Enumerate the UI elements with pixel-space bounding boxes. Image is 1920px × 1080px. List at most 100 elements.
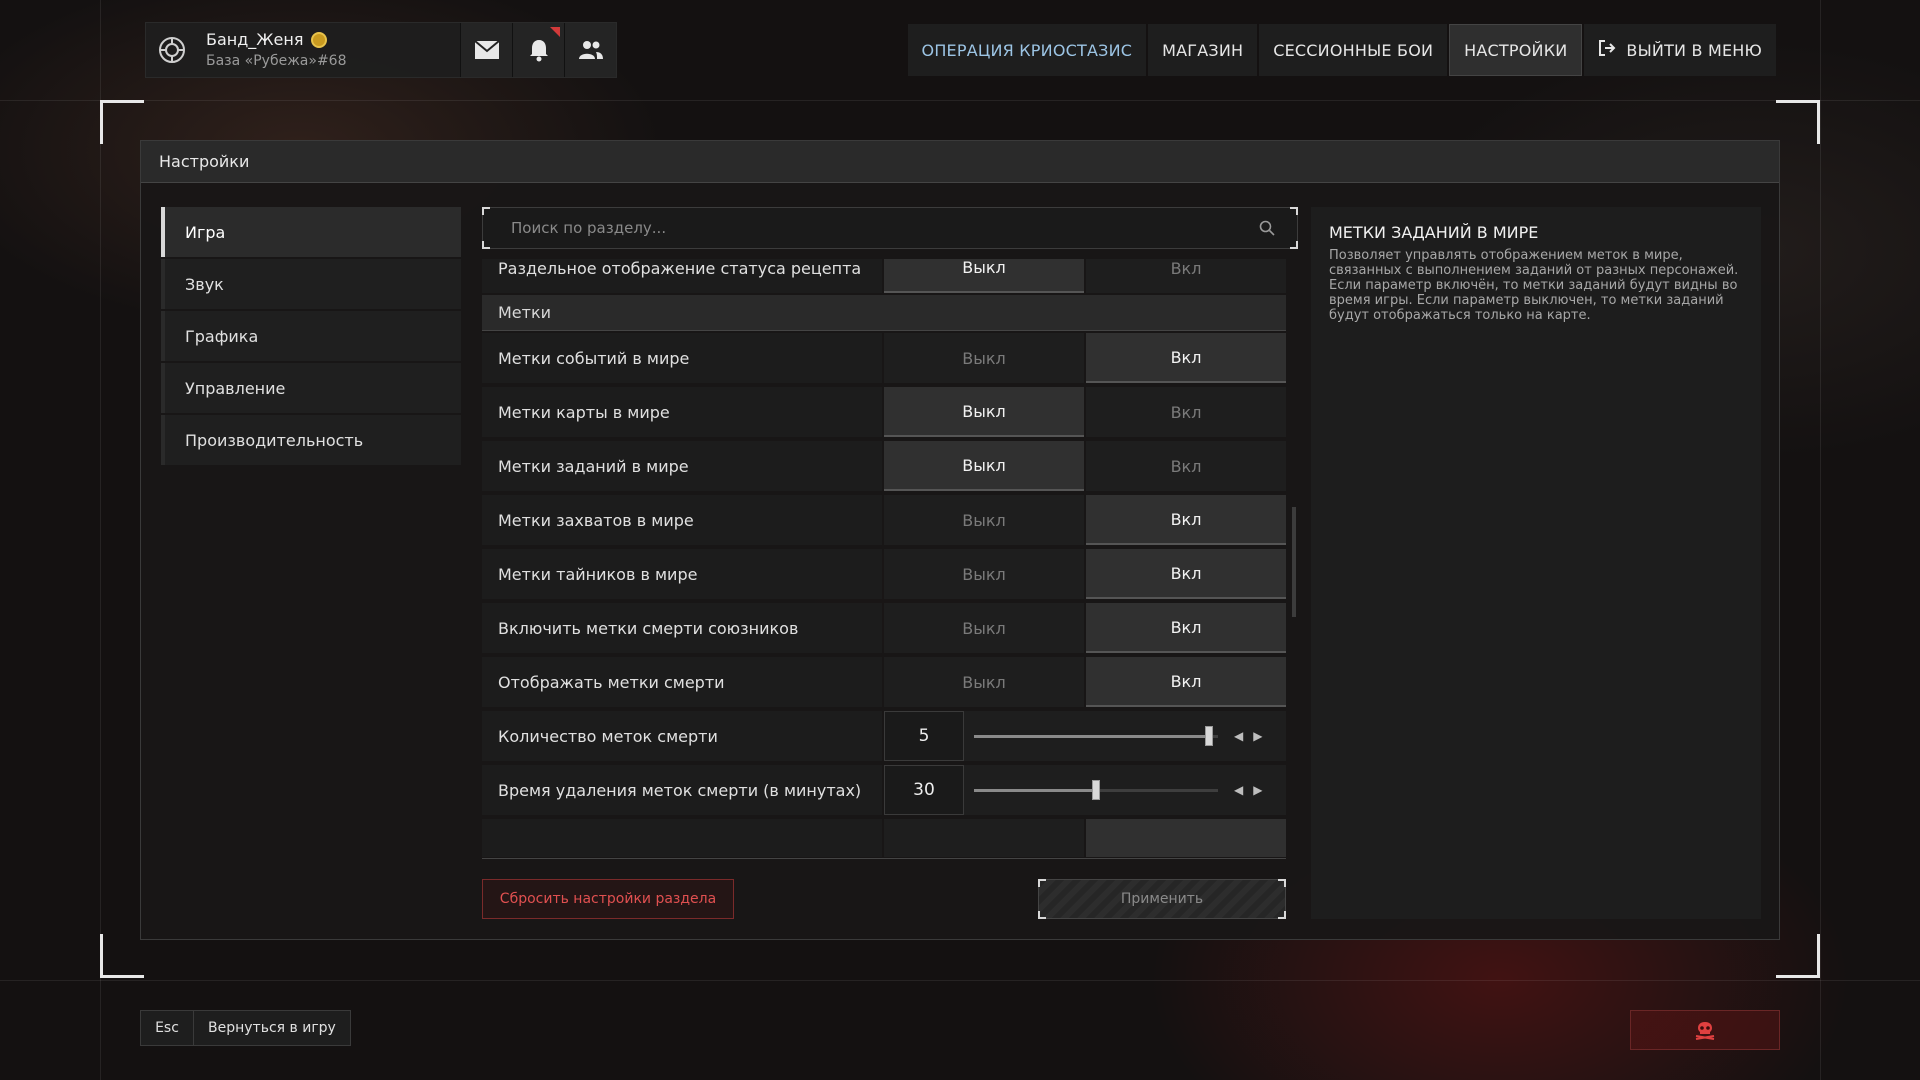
- slider-thumb[interactable]: [1092, 779, 1100, 800]
- exit-icon: [1598, 39, 1616, 61]
- setting-label: Метки заданий в мире: [482, 441, 882, 491]
- toggle-off-option[interactable]: Выкл: [884, 387, 1084, 437]
- toggle-off-option[interactable]: Выкл: [884, 549, 1084, 599]
- section-title: Метки: [482, 295, 1286, 331]
- setting-row-partial: [482, 819, 1286, 857]
- settings-list: Раздельное отображение статуса рецепта В…: [482, 259, 1286, 857]
- frame-corner: [1776, 934, 1820, 978]
- section-header: Метки: [482, 295, 1286, 331]
- sidebar-item-graphics[interactable]: Графика: [161, 311, 461, 361]
- tab-operation[interactable]: ОПЕРАЦИЯ КРИОСТАЗИС: [907, 24, 1147, 76]
- sidebar-item-game[interactable]: Игра: [161, 207, 461, 257]
- decrease-arrow-icon[interactable]: ◀: [1234, 729, 1243, 743]
- toggle-on-option[interactable]: Вкл: [1086, 603, 1286, 653]
- toggle-off-option[interactable]: Выкл: [884, 603, 1084, 653]
- setting-row: Метки событий в мире Выкл Вкл: [482, 333, 1286, 383]
- value-input[interactable]: 30: [884, 765, 964, 815]
- frame-tick: [482, 207, 490, 215]
- slider-fill: [974, 734, 1209, 738]
- slider-track[interactable]: [974, 725, 1218, 746]
- back-to-game-button[interactable]: Esc Вернуться в игру: [140, 1010, 351, 1046]
- increase-arrow-icon[interactable]: ▶: [1253, 783, 1262, 797]
- divider: [482, 858, 1286, 859]
- sidebar-item-performance[interactable]: Производительность: [161, 415, 461, 465]
- background-line: [0, 980, 1920, 981]
- base-label: База «Рубежа»#68: [206, 53, 347, 69]
- frame-corner: [1776, 100, 1820, 144]
- mail-button[interactable]: [460, 23, 512, 77]
- setting-label: Метки карты в мире: [482, 387, 882, 437]
- toggle-on-option[interactable]: Вкл: [1086, 549, 1286, 599]
- toggle-off-option[interactable]: Выкл: [884, 259, 1084, 293]
- frame-tick: [1038, 879, 1046, 887]
- search-input[interactable]: [511, 219, 1259, 237]
- setting-label: Метки тайников в мире: [482, 549, 882, 599]
- notifications-button[interactable]: [512, 23, 564, 77]
- tab-session-battles[interactable]: СЕССИОННЫЕ БОИ: [1259, 24, 1448, 76]
- toggle-on-option[interactable]: Вкл: [1086, 441, 1286, 491]
- setting-row: Количество меток смерти 5 ◀ ▶: [482, 711, 1286, 761]
- esc-key-hint: Esc: [140, 1010, 194, 1046]
- value-input[interactable]: 5: [884, 711, 964, 761]
- section-search: [482, 207, 1298, 249]
- toggle-off-option[interactable]: Выкл: [884, 333, 1084, 383]
- toggle-off-option[interactable]: Выкл: [884, 495, 1084, 545]
- toggle-on-option[interactable]: Вкл: [1086, 657, 1286, 707]
- toggle-on-option[interactable]: [1086, 819, 1286, 857]
- setting-label: Метки захватов в мире: [482, 495, 882, 545]
- quit-game-button[interactable]: [1630, 1010, 1780, 1050]
- background-line: [1820, 0, 1821, 1080]
- frame-tick: [1278, 879, 1286, 887]
- bell-icon: [529, 40, 548, 62]
- reset-section-button[interactable]: Сбросить настройки раздела: [482, 879, 734, 919]
- setting-label: Время удаления меток смерти (в минутах): [482, 765, 882, 815]
- toggle-off-option[interactable]: Выкл: [884, 657, 1084, 707]
- faction-logo-icon: [146, 23, 198, 77]
- frame-tick: [1278, 911, 1286, 919]
- sidebar-item-sound[interactable]: Звук: [161, 259, 461, 309]
- settings-sidebar: Игра Звук Графика Управление Производите…: [161, 207, 461, 467]
- slider-thumb[interactable]: [1205, 725, 1213, 746]
- setting-label: Раздельное отображение статуса рецепта: [482, 259, 882, 293]
- slider-track[interactable]: [974, 779, 1218, 800]
- setting-row: Метки захватов в мире Выкл Вкл: [482, 495, 1286, 545]
- apply-button[interactable]: Применить: [1038, 879, 1286, 919]
- frame-tick: [1290, 207, 1298, 215]
- skull-icon: [1695, 1022, 1715, 1040]
- setting-row: Метки заданий в мире Выкл Вкл: [482, 441, 1286, 491]
- setting-row: Метки карты в мире Выкл Вкл: [482, 387, 1286, 437]
- exit-to-menu-button[interactable]: ВЫЙТИ В МЕНЮ: [1584, 24, 1776, 76]
- back-to-game-label: Вернуться в игру: [194, 1010, 351, 1046]
- toggle-off-option[interactable]: [884, 819, 1084, 857]
- profile-card[interactable]: Банд_Женя База «Рубежа»#68: [145, 22, 617, 78]
- toggle-on-option[interactable]: Вкл: [1086, 259, 1286, 293]
- mail-icon: [473, 40, 500, 59]
- toggle-on-option[interactable]: Вкл: [1086, 495, 1286, 545]
- decrease-arrow-icon[interactable]: ◀: [1234, 783, 1243, 797]
- tab-settings[interactable]: НАСТРОЙКИ: [1449, 24, 1583, 76]
- increase-arrow-icon[interactable]: ▶: [1253, 729, 1262, 743]
- background-line: [0, 100, 1920, 101]
- sidebar-item-controls[interactable]: Управление: [161, 363, 461, 413]
- description-title: МЕТКИ ЗАДАНИЙ В МИРЕ: [1329, 223, 1539, 242]
- frame-tick: [1038, 911, 1046, 919]
- tab-shop[interactable]: МАГАЗИН: [1148, 24, 1258, 76]
- toggle-off-option[interactable]: Выкл: [884, 441, 1084, 491]
- friends-icon: [578, 41, 603, 59]
- settings-scrollbar[interactable]: [1292, 507, 1296, 617]
- setting-row: Включить метки смерти союзников Выкл Вкл: [482, 603, 1286, 653]
- username: Банд_Женя: [206, 30, 304, 49]
- toggle-on-option[interactable]: Вкл: [1086, 333, 1286, 383]
- setting-label: Включить метки смерти союзников: [482, 603, 882, 653]
- setting-label: Количество меток смерти: [482, 711, 882, 761]
- friends-button[interactable]: [564, 23, 616, 77]
- setting-row: Раздельное отображение статуса рецепта В…: [482, 259, 1286, 293]
- frame-tick: [1290, 241, 1298, 249]
- description-panel: МЕТКИ ЗАДАНИЙ В МИРЕ Позволяет управлять…: [1311, 207, 1761, 919]
- slider-fill: [974, 788, 1096, 792]
- apply-button-label: Применить: [1120, 891, 1204, 907]
- search-icon[interactable]: [1259, 220, 1275, 236]
- toggle-on-option[interactable]: Вкл: [1086, 387, 1286, 437]
- setting-row: Время удаления меток смерти (в минутах) …: [482, 765, 1286, 815]
- settings-panel: Настройки Игра Звук Графика Управление П…: [140, 140, 1780, 940]
